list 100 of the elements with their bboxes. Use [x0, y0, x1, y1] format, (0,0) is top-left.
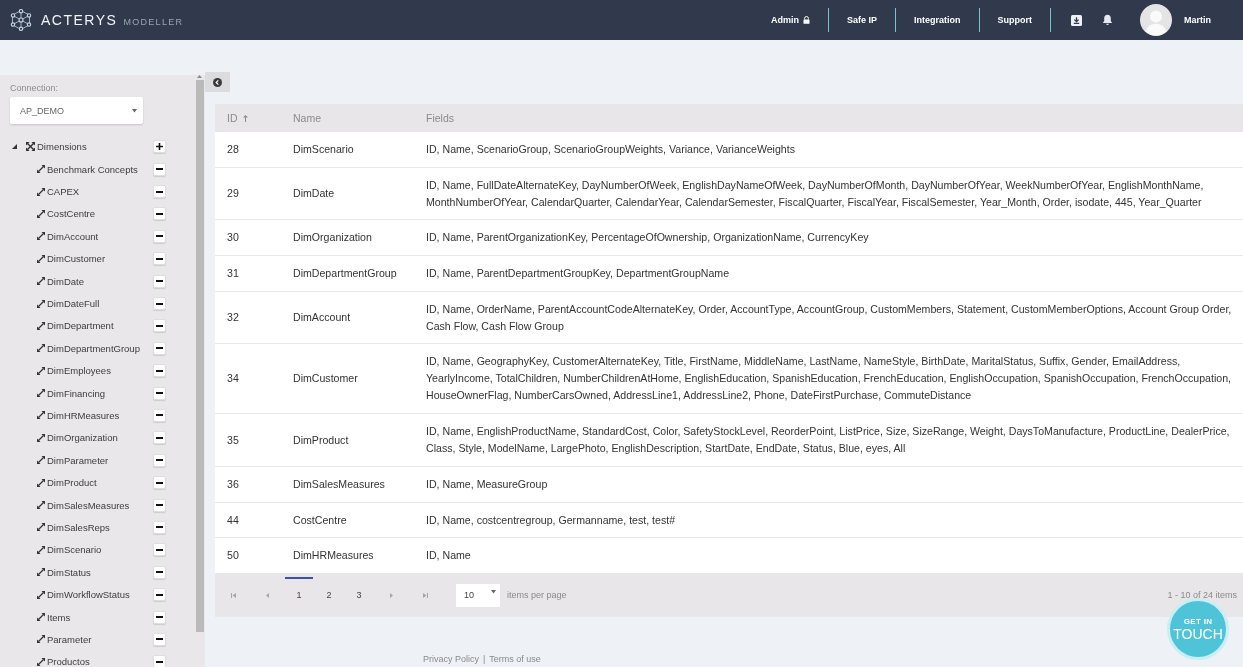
expanded-triangle-icon[interactable]	[12, 144, 17, 149]
add-button[interactable]	[153, 140, 166, 153]
nav-link[interactable]: Admin	[753, 15, 828, 25]
diagonal-arrow-icon	[37, 389, 45, 398]
tree-item[interactable]: DimStatus	[47, 566, 91, 578]
remove-button[interactable]	[153, 498, 166, 512]
tree-item[interactable]: Items	[47, 611, 71, 623]
remove-button[interactable]	[153, 229, 166, 243]
nav-link[interactable]: Safe IP	[829, 15, 895, 25]
diagonal-arrow-icon	[37, 321, 45, 330]
product-name: MODELLER	[123, 17, 184, 27]
remove-button[interactable]	[153, 431, 166, 445]
tree-item[interactable]: Productos	[47, 656, 90, 667]
remove-button[interactable]	[153, 185, 166, 199]
remove-button[interactable]	[153, 386, 166, 400]
page-button[interactable]: 3	[345, 577, 373, 614]
tree-item[interactable]: DimDateFull	[47, 298, 100, 310]
bell-icon[interactable]	[1102, 14, 1113, 26]
minus-icon	[156, 593, 163, 596]
name-cell-text: DimHRMeasures	[292, 548, 375, 564]
page-button[interactable]: 1	[285, 577, 313, 614]
id-cell-text: 28	[226, 142, 240, 157]
avatar-icon[interactable]	[1140, 4, 1172, 36]
minus-icon	[156, 481, 163, 484]
page-size-select[interactable]: 10	[456, 583, 500, 607]
tree-item[interactable]: DimDepartmentGroup	[47, 342, 140, 354]
remove-button[interactable]	[153, 341, 166, 355]
remove-button[interactable]	[153, 520, 166, 534]
id-cell-text: 50	[226, 548, 240, 564]
download-icon[interactable]	[1071, 14, 1082, 26]
tree-item[interactable]: DimWorkflowStatus	[47, 589, 130, 601]
remove-button[interactable]	[153, 543, 166, 557]
remove-button[interactable]	[153, 588, 166, 602]
name-cell-text: DimDate	[292, 186, 336, 202]
remove-button[interactable]	[153, 297, 166, 311]
remove-button[interactable]	[153, 632, 166, 646]
nav-link[interactable]: Support	[979, 15, 1050, 25]
tree-item[interactable]: DimFinancing	[47, 387, 106, 399]
diagonal-arrow-icon	[37, 657, 45, 666]
remove-button[interactable]	[153, 655, 166, 667]
caret-icon	[132, 108, 137, 113]
tree-item[interactable]: DimEmployees	[47, 365, 111, 377]
remove-button[interactable]	[153, 565, 166, 579]
items-summary: 1 - 10 of 24 items	[1167, 590, 1237, 601]
collapse-sidebar-button[interactable]	[205, 72, 230, 92]
page-button[interactable]: 2	[315, 577, 343, 614]
tree-item[interactable]: Benchmark Concepts	[47, 163, 138, 175]
tree-item[interactable]: DimDate	[47, 275, 84, 287]
connection-label: Connection:	[10, 83, 60, 93]
fields-cell-text: ID, Name, EnglishProductName, StandardCost, Color, SafetyStockLevel, ReorderPoint, ListPrice, Size, SizeRange, Weight, DaysToManufacture, ProductLine, DealerPrice, Class, Style, ModelName, LargePhoto, EnglishDescription, StartDate, EndDate, Status, Blue, eyes, All	[425, 424, 1231, 457]
remove-button[interactable]	[153, 162, 166, 176]
scroll-up-icon[interactable]	[197, 75, 202, 78]
caret-icon	[491, 589, 496, 594]
remove-button[interactable]	[153, 319, 166, 333]
diagonal-arrow-icon	[37, 590, 45, 599]
expand-arrows-icon	[26, 142, 35, 151]
fields-cell-text: ID, Name, costcentregroup, Germanname, test, test#	[425, 512, 677, 528]
circle-chevron-left-icon	[213, 77, 222, 87]
scrollbar-thumb[interactable]	[195, 80, 204, 632]
fields-cell-text: ID, Name, GeographyKey, CustomerAlternateKey, Title, FirstName, MiddleName, LastName, NameStyle, BirthDate, MaritalStatus, Suffix, Gender, EmailAddress, YearlyIncome, TotalChildren, NumberChildrenAtHome, EnglishEducation, SpanishEducation, FrenchEducation, EnglishOccupation, SpanishOccupation, FrenchOccupation, HouseOwnerFlag, NumberCarsOwned, AddressLine1, AddressLine2, Phone, DateFirstPurchase, CommuteDistance	[425, 354, 1232, 404]
diagonal-arrow-icon	[37, 411, 45, 420]
id-cell-text: 44	[226, 512, 240, 528]
remove-button[interactable]	[153, 409, 166, 422]
tree-item[interactable]: DimScenario	[47, 544, 102, 556]
diagonal-arrow-icon	[37, 187, 45, 196]
remove-button[interactable]	[153, 252, 166, 266]
minus-icon	[156, 414, 163, 417]
user-name[interactable]: Martin	[1184, 15, 1211, 25]
diagonal-arrow-icon	[37, 254, 45, 263]
nav-link[interactable]: Integration	[896, 15, 979, 25]
fields-cell-text: ID, Name, ParentOrganizationKey, PercentageOfOwnership, OrganizationName, CurrencyKey	[425, 230, 870, 246]
connection-select[interactable]: AP_DEMO	[10, 97, 143, 124]
name-cell-text: DimCustomer	[292, 371, 359, 387]
fields-cell-text: ID, Name, ScenarioGroup, ScenarioGroupWeights, Variance, VarianceWeights	[425, 142, 796, 157]
remove-button[interactable]	[153, 274, 166, 288]
diagonal-arrow-icon	[37, 501, 45, 510]
id-cell-text: 31	[226, 266, 240, 282]
tree-item[interactable]: Dimensions	[37, 141, 87, 152]
remove-button[interactable]	[153, 207, 166, 221]
tree-item[interactable]: DimHRMeasures	[47, 410, 120, 421]
fields-cell-text: ID, Name, FullDateAlternateKey, DayNumberOfWeek, EnglishDayNameOfWeek, DayNumberOfMonth, DayNumberOfYear, WeekNumberOfYear, EnglishMonthName, MonthNumberOfYear, CalendarQuarter, CalendarYear, CalendarSemester, FiscalQuarter, FiscalYear, FiscalSemester, Year_Month, Order, isodate, 445, Year_Quarter	[425, 177, 1205, 210]
tree-item[interactable]: DimProduct	[47, 477, 97, 489]
tree-item[interactable]: DimCustomer	[47, 253, 106, 265]
remove-button[interactable]	[153, 610, 166, 624]
diagonal-arrow-icon	[37, 232, 45, 241]
tree-item[interactable]: CAPEX	[47, 186, 80, 198]
tree-item[interactable]: DimOrganization	[47, 432, 118, 444]
remove-button[interactable]	[153, 364, 166, 378]
tree-item[interactable]: DimSalesMeasures	[47, 499, 130, 511]
tree-item[interactable]: CostCentre	[47, 208, 96, 220]
diagonal-arrow-icon	[37, 523, 45, 532]
tree-item[interactable]: DimAccount	[47, 230, 99, 242]
id-cell-text: 36	[226, 476, 240, 492]
tree-item[interactable]: DimParameter	[47, 454, 109, 466]
remove-button[interactable]	[153, 476, 166, 490]
tree-item[interactable]: Parameter	[47, 633, 92, 645]
minus-icon	[156, 660, 163, 663]
tree-item[interactable]: DimSalesReps	[47, 521, 110, 533]
remove-button[interactable]	[153, 453, 166, 467]
tree-item[interactable]: DimDepartment	[47, 320, 114, 332]
